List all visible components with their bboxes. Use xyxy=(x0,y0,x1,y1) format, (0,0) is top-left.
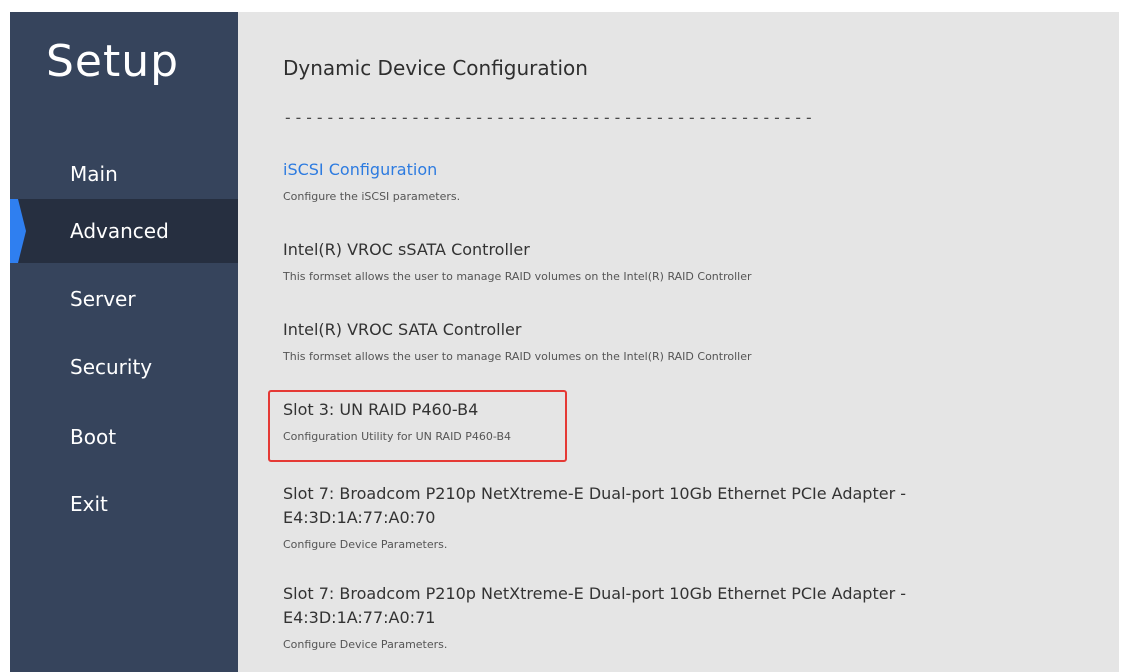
menu-item-title-line2: E4:3D:1A:77:A0:71 xyxy=(283,608,436,627)
menu-item-slot7-ethernet-71[interactable]: Slot 7: Broadcom P210p NetXtreme-E Dual-… xyxy=(283,582,1043,651)
nav-item-main[interactable]: Main xyxy=(10,142,238,206)
menu-item-title: Slot 7: Broadcom P210p NetXtreme-E Dual-… xyxy=(283,484,907,503)
menu-item-title: Intel(R) VROC sSATA Controller xyxy=(283,240,530,259)
menu-item-description: Configure the iSCSI parameters. xyxy=(283,190,461,203)
menu-item-vroc-ssata-controller[interactable]: Intel(R) VROC sSATA Controller This form… xyxy=(283,238,1043,283)
menu-item-iscsi-configuration[interactable]: iSCSI Configuration Configure the iSCSI … xyxy=(283,158,1043,203)
page-title: Dynamic Device Configuration xyxy=(283,56,588,80)
menu-item-vroc-sata-controller[interactable]: Intel(R) VROC SATA Controller This forms… xyxy=(283,318,1043,363)
main-panel: Dynamic Device Configuration -----------… xyxy=(238,12,1119,672)
nav-item-boot[interactable]: Boot xyxy=(10,405,238,469)
menu-item-description: Configure Device Parameters. xyxy=(283,638,448,651)
nav-item-label: Main xyxy=(70,162,118,186)
nav-item-label: Exit xyxy=(70,492,108,516)
nav-item-exit[interactable]: Exit xyxy=(10,472,238,536)
nav-item-server[interactable]: Server xyxy=(10,267,238,331)
active-marker-icon xyxy=(10,199,26,263)
menu-item-description: This formset allows the user to manage R… xyxy=(283,350,752,363)
nav-item-label: Security xyxy=(70,355,153,379)
nav-item-label: Advanced xyxy=(70,219,169,243)
menu-item-title: iSCSI Configuration xyxy=(283,160,438,179)
nav-item-label: Server xyxy=(70,287,136,311)
menu-item-title: Intel(R) VROC SATA Controller xyxy=(283,320,522,339)
menu-item-description: Configure Device Parameters. xyxy=(283,538,448,551)
sidebar-title: Setup xyxy=(46,36,180,87)
nav-item-security[interactable]: Security xyxy=(10,335,238,399)
nav-item-advanced[interactable]: Advanced xyxy=(10,199,238,263)
sidebar: Setup Main Advanced Server Security Boot… xyxy=(10,12,238,672)
highlight-box xyxy=(268,390,567,462)
menu-item-description: This formset allows the user to manage R… xyxy=(283,270,752,283)
nav-item-label: Boot xyxy=(70,425,117,449)
menu-item-title: Slot 7: Broadcom P210p NetXtreme-E Dual-… xyxy=(283,584,907,603)
separator: ----------------------------------------… xyxy=(283,108,815,127)
menu-item-slot7-ethernet-70[interactable]: Slot 7: Broadcom P210p NetXtreme-E Dual-… xyxy=(283,482,1043,551)
menu-item-title-line2: E4:3D:1A:77:A0:70 xyxy=(283,508,436,527)
